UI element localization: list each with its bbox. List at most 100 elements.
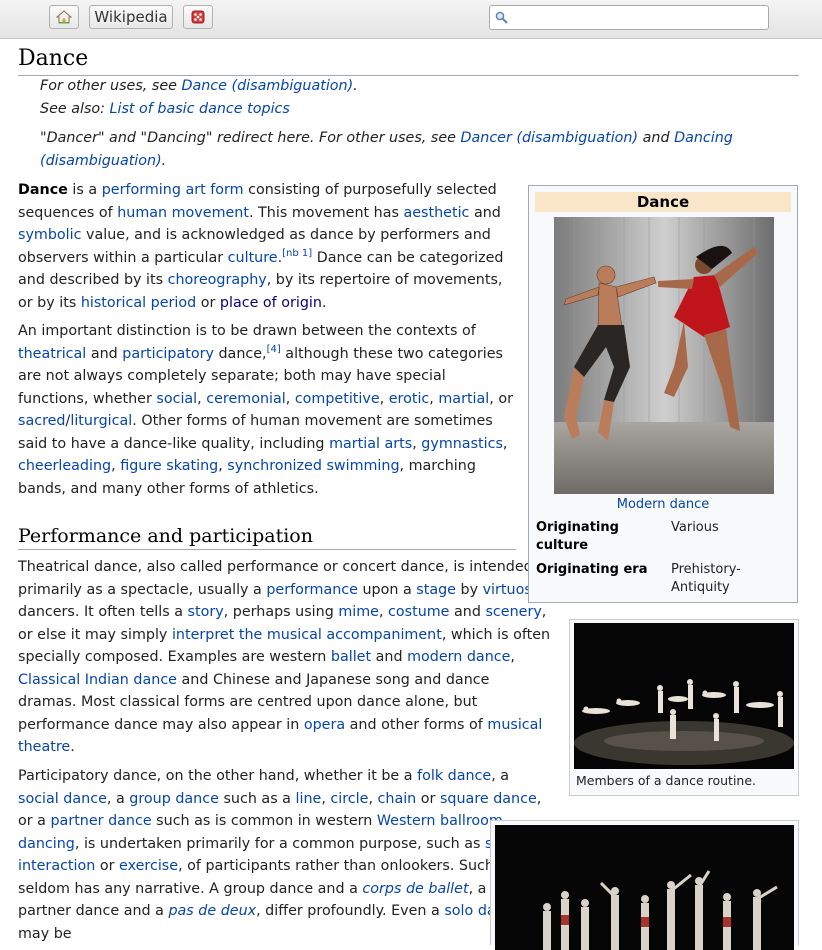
home-button[interactable] <box>49 5 79 29</box>
hatnote-text: and <box>638 130 675 146</box>
link-line[interactable]: line <box>296 791 322 807</box>
link-culture[interactable]: culture <box>228 250 278 266</box>
link-erotic[interactable]: erotic <box>389 391 430 407</box>
link-figure-skating[interactable]: figure skating <box>120 458 218 474</box>
link-pas-de-deux[interactable]: pas de deux <box>168 903 256 919</box>
search-icon <box>495 11 508 24</box>
link-scenery[interactable]: scenery <box>485 604 541 620</box>
link-liturgical[interactable]: liturgical <box>70 413 132 429</box>
link-partner-dance[interactable]: partner dance <box>50 813 151 829</box>
link-social[interactable]: social <box>156 391 197 407</box>
link-participatory[interactable]: participatory <box>122 346 214 362</box>
link-circle[interactable]: circle <box>330 791 368 807</box>
text: Participatory dance, on the other hand, … <box>18 768 418 784</box>
link-social-dance[interactable]: social dance <box>18 791 107 807</box>
hatnote-text: . <box>353 78 358 94</box>
link-group-dance[interactable]: group dance <box>129 791 219 807</box>
link-aesthetic[interactable]: aesthetic <box>404 205 470 221</box>
infobox-label-era: Originating era <box>536 562 648 577</box>
text: or <box>416 790 440 807</box>
hatnote-disambiguation: For other uses, see Dance (disambiguatio… <box>40 75 740 98</box>
hatnote-text: . <box>161 152 167 169</box>
footnote-4[interactable]: [4] <box>267 344 281 355</box>
link-exercise[interactable]: exercise <box>119 858 178 874</box>
text: such as is common in western <box>151 813 377 829</box>
text: , <box>502 435 508 452</box>
link-modern-dance[interactable]: modern dance <box>407 649 510 665</box>
link-square-dance[interactable]: square dance <box>440 791 537 807</box>
link-ceremonial[interactable]: ceremonial <box>206 391 285 407</box>
intro-paragraph-1: Dance is a performing art form consistin… <box>18 179 514 314</box>
hatnote-text: For other uses, see <box>40 78 182 94</box>
text: by <box>455 581 483 598</box>
dance-routine-photo <box>574 623 794 769</box>
search-input[interactable] <box>512 8 766 29</box>
link-corps-de-ballet[interactable]: corps de ballet <box>362 881 468 897</box>
group-dance-photo <box>495 825 794 950</box>
text: , <box>379 390 389 407</box>
text: or <box>95 858 120 874</box>
link-story[interactable]: story <box>188 604 224 620</box>
link-theatrical[interactable]: theatrical <box>18 346 86 362</box>
link-opera[interactable]: opera <box>304 717 345 733</box>
link-chain[interactable]: chain <box>378 791 417 807</box>
wikipedia-button[interactable]: Wikipedia <box>89 5 173 29</box>
text: and <box>449 604 486 620</box>
link-place-of-origin[interactable]: place of origin <box>220 295 322 311</box>
text: is a <box>67 182 102 198</box>
infobox-image-modern-dance[interactable] <box>554 217 774 494</box>
link-competitive[interactable]: competitive <box>295 391 380 407</box>
link-list-of-basic-dance-topics[interactable]: List of basic dance topics <box>110 101 290 117</box>
performance-paragraph-1: Theatrical dance, also called performanc… <box>18 556 552 759</box>
link-dancer-disambiguation[interactable]: Dancer (disambiguation) <box>460 130 638 146</box>
text: , <box>412 435 422 452</box>
link-cheerleading[interactable]: cheerleading <box>18 458 111 474</box>
text: and <box>86 345 123 362</box>
link-mime[interactable]: mime <box>338 604 379 620</box>
infobox-caption: Modern dance <box>529 496 797 514</box>
link-performance[interactable]: performance <box>266 582 358 598</box>
link-modern-dance-caption[interactable]: Modern dance <box>617 497 710 512</box>
link-dance-disambiguation[interactable]: Dance (disambiguation) <box>181 78 353 94</box>
link-symbolic[interactable]: symbolic <box>18 227 81 243</box>
text: , is undertaken primarily for a common p… <box>74 835 486 852</box>
text: , a <box>106 790 130 807</box>
hatnote-text: "Dancer" and "Dancing" redirect here. Fo… <box>40 130 461 146</box>
link-costume[interactable]: costume <box>388 604 449 620</box>
text: dance, <box>213 345 267 362</box>
link-ballet[interactable]: ballet <box>331 649 371 665</box>
link-choreography[interactable]: choreography <box>168 272 267 288</box>
text: . This movement has <box>248 204 404 221</box>
infobox-value-era: Prehistory-Antiquity <box>671 562 741 595</box>
text: , <box>285 390 295 407</box>
footnote-nb1[interactable]: [nb 1] <box>282 248 312 259</box>
modern-dance-photo <box>554 217 774 494</box>
link-classical-indian-dance[interactable]: Classical Indian dance <box>18 672 177 688</box>
text: upon a <box>357 581 417 598</box>
link-folk-dance[interactable]: folk dance <box>417 768 491 784</box>
link-martial[interactable]: martial <box>438 391 489 407</box>
link-sacred[interactable]: sacred <box>18 413 66 429</box>
random-article-button[interactable] <box>183 5 213 29</box>
link-performing-art-form[interactable]: performing art form <box>102 182 244 198</box>
link-martial-arts[interactable]: martial arts <box>329 436 412 452</box>
text: , <box>197 390 207 407</box>
hatnote-text: See also: <box>40 101 110 117</box>
performance-paragraph-2: Participatory dance, on the other hand, … <box>18 765 548 945</box>
text: , <box>368 790 378 807</box>
infobox: Dance Modern dance Originating culture V… <box>528 185 798 603</box>
link-gymnastics[interactable]: gymnastics <box>421 436 503 452</box>
text: such as a <box>218 790 296 807</box>
link-interpret-the-musical-accompaniment[interactable]: interpret the musical accompaniment <box>172 627 442 643</box>
hatnote-redirect: "Dancer" and "Dancing" redirect here. Fo… <box>40 127 740 172</box>
link-human-movement[interactable]: human movement <box>117 205 249 221</box>
search-box[interactable] <box>489 5 769 30</box>
thumbnail-image-group-dance[interactable] <box>495 825 794 950</box>
link-historical-period[interactable]: historical period <box>81 295 196 311</box>
link-stage[interactable]: stage <box>416 582 456 598</box>
infobox-title: Dance <box>535 192 791 212</box>
thumbnail-image-dance-routine[interactable] <box>574 623 794 769</box>
hatnote-see-also: See also: List of basic dance topics <box>40 98 740 121</box>
link-synchronized-swimming[interactable]: synchronized swimming <box>227 458 399 474</box>
text: dancers. It often tells a <box>18 604 188 620</box>
